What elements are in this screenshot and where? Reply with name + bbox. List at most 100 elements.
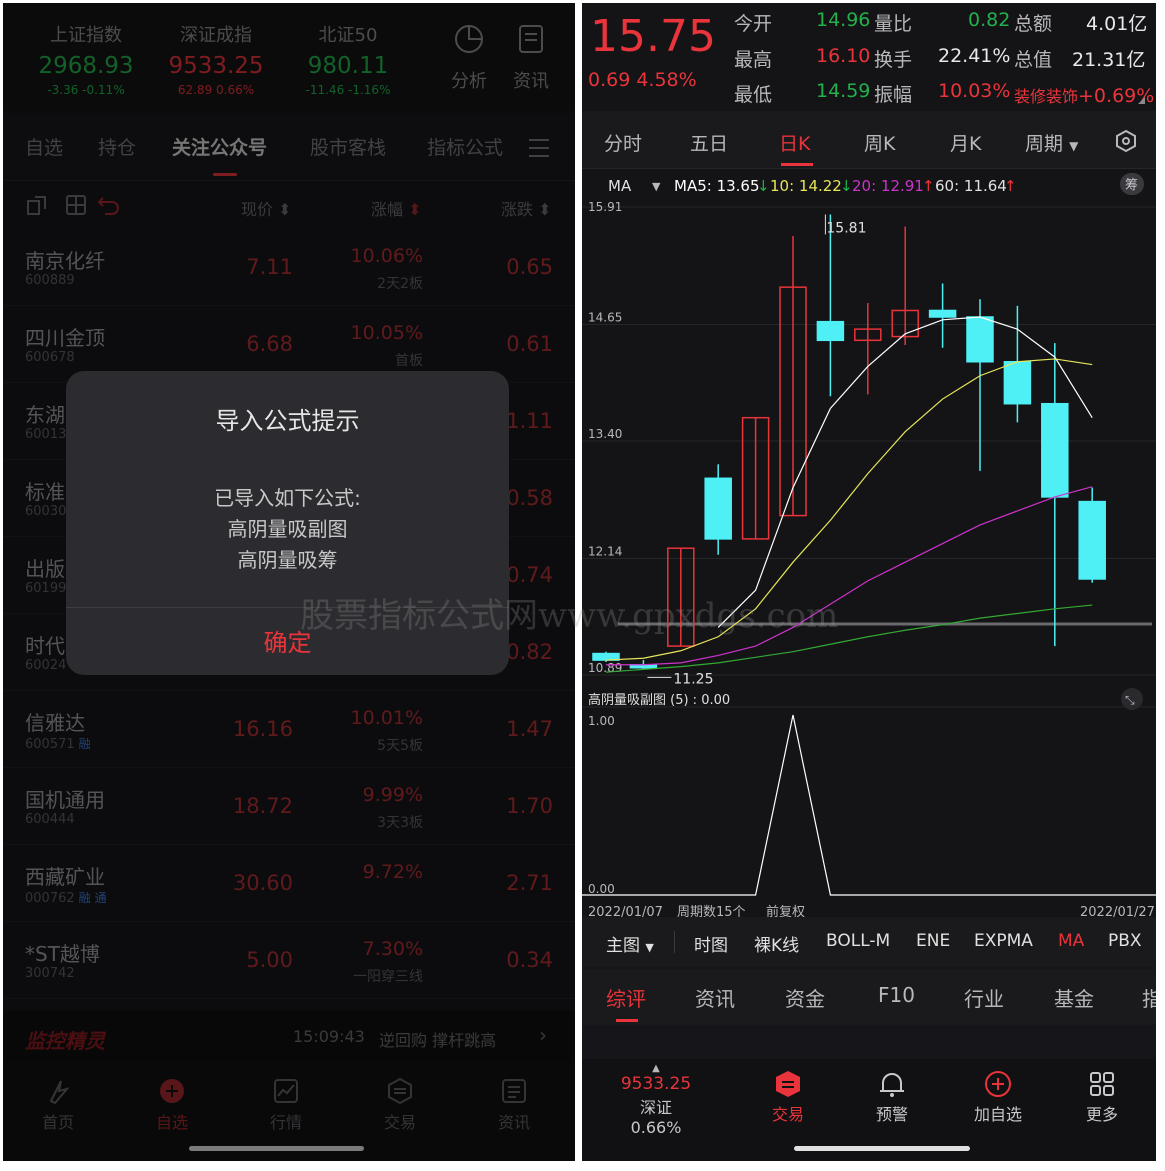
- high-label: 最高: [734, 49, 773, 71]
- tab-main-label: 主图: [606, 936, 640, 956]
- tab-ene[interactable]: ENE: [916, 931, 950, 951]
- adjust-mode[interactable]: 前复权: [766, 904, 805, 917]
- quote-header: 15.75 0.69 4.58% 今开 最高 最低 14.96 16.10 14…: [582, 3, 1156, 111]
- y-tick-label: 15.91: [588, 200, 622, 214]
- cap-value: 21.31亿: [1072, 49, 1146, 71]
- home-indicator: [794, 1146, 970, 1151]
- caret-down-icon: ▼: [652, 180, 661, 193]
- cap-label: 总值: [1014, 49, 1053, 71]
- vr-value: 0.82: [968, 9, 1011, 31]
- open-label: 今开: [734, 13, 773, 35]
- ma-label[interactable]: MA: [608, 177, 632, 195]
- kline-tabs: 分时 五日 日K 周K 月K 周期 ▼: [582, 111, 1156, 169]
- dialog-title: 导入公式提示: [215, 407, 360, 435]
- add-circle-icon: [985, 1071, 1011, 1097]
- chart-area[interactable]: MA ▼ MA5: 13.65 ↓ 10: 14.22 ↓ 20: 12.91 …: [582, 169, 1156, 917]
- chip-label: 筹: [1125, 177, 1138, 193]
- alert-button[interactable]: 预警: [852, 1069, 932, 1125]
- start-date: 2022/01/07: [588, 905, 663, 917]
- low-value: 14.59: [816, 80, 871, 102]
- signal-line: [582, 714, 1156, 896]
- tab-time[interactable]: 时图: [694, 931, 728, 956]
- tab-fund[interactable]: 基金: [1054, 983, 1094, 1012]
- end-date: 2022/01/27: [1080, 905, 1155, 917]
- tab-f10[interactable]: F10: [878, 983, 915, 1007]
- tab-funds[interactable]: 资金: [785, 983, 825, 1012]
- caret-up-icon: ▲: [652, 1063, 660, 1074]
- turnover-value: 22.41%: [938, 45, 1011, 67]
- ticker-value: 9533.25: [620, 1074, 692, 1094]
- ma20-value: 20: 12.91: [852, 177, 924, 195]
- low-annotation: 11.25: [673, 671, 713, 687]
- tab-period[interactable]: 周期 ▼: [1025, 129, 1078, 156]
- index-ticker[interactable]: ▲ 9533.25 深证 0.66%: [616, 1063, 696, 1137]
- dialog-body: 已导入如下公式: 高阴量吸副图 高阴量吸筹: [66, 483, 509, 576]
- sector-name: 装修装饰: [1014, 87, 1079, 106]
- tab-industry[interactable]: 行业: [964, 983, 1004, 1012]
- more-label: 更多: [1085, 1105, 1118, 1124]
- tab-monthly-k[interactable]: 月K: [950, 129, 981, 156]
- y-tick-label: 13.40: [588, 427, 622, 441]
- ma10-value: 10: 14.22: [770, 177, 842, 195]
- active-ktab-underline: [781, 163, 813, 166]
- grid-icon: [1090, 1072, 1114, 1096]
- active-ftab-underline: [616, 1019, 638, 1022]
- ma60-arrow-up-icon: ↑: [1004, 177, 1017, 195]
- low-label: 最低: [734, 84, 773, 106]
- current-price: 15.75: [590, 11, 716, 62]
- candle-down: [1078, 500, 1106, 580]
- more-button[interactable]: 更多: [1062, 1069, 1142, 1125]
- tab-overview[interactable]: 综评: [606, 983, 646, 1012]
- trade-button[interactable]: 交易: [748, 1069, 828, 1125]
- sector-tag[interactable]: 装修装饰+0.69%: [1014, 83, 1154, 107]
- sub-y-tick-label: 1.00: [588, 714, 615, 728]
- ma60-value: 60: 11.64: [935, 177, 1007, 195]
- add-label: 加自选: [973, 1105, 1022, 1124]
- tab-news[interactable]: 资讯: [695, 983, 735, 1012]
- tab-pbx[interactable]: PBX: [1108, 931, 1142, 951]
- tab-boll[interactable]: BOLL-M: [826, 931, 890, 951]
- watermark: 股票指标公式网www.gpxdgs.com: [300, 596, 839, 636]
- trade-label: 交易: [771, 1105, 804, 1124]
- high-value: 16.10: [816, 45, 871, 67]
- caret-down-icon: ▼: [1069, 139, 1079, 153]
- ma5-line: [717, 316, 1093, 628]
- candle-down: [704, 477, 732, 540]
- tab-naked-k[interactable]: 裸K线: [754, 931, 799, 956]
- alert-label: 预警: [875, 1105, 908, 1124]
- tab-intraday[interactable]: 分时: [604, 129, 642, 156]
- indicator-tabs: 主图 ▼ 时图 裸K线 BOLL-M ENE EXPMA MA PBX: [582, 917, 1156, 967]
- sub-y-tick-label: 0.00: [588, 882, 615, 896]
- tab-weekly-k[interactable]: 周K: [864, 129, 895, 156]
- tab-expma[interactable]: EXPMA: [974, 931, 1033, 951]
- tab-period-label: 周期: [1025, 133, 1064, 155]
- settings-hex-icon[interactable]: [1114, 129, 1138, 153]
- y-tick-label: 14.65: [588, 310, 622, 324]
- candle-down: [966, 316, 994, 363]
- tab-main-chart[interactable]: 主图 ▼: [606, 931, 654, 956]
- corner-arrow-icon: [1138, 97, 1145, 104]
- sub-chart-title: 高阴量吸副图 (5) : 0.00: [588, 692, 730, 708]
- info-tabs: 综评 资讯 资金 F10 行业 基金 指: [582, 969, 1156, 1025]
- tab-ma[interactable]: MA: [1058, 931, 1084, 951]
- candle-down: [816, 320, 845, 342]
- tab-index[interactable]: 指: [1142, 983, 1156, 1012]
- ma10-arrow-down-icon: ↓: [840, 177, 853, 195]
- price-change: 0.69 4.58%: [588, 69, 697, 91]
- stock-detail-screen: 15.75 0.69 4.58% 今开 最高 最低 14.96 16.10 14…: [582, 3, 1156, 1161]
- tab-daily-k[interactable]: 日K: [779, 129, 810, 156]
- tab-five-day[interactable]: 五日: [690, 129, 728, 156]
- high-annotation: 15.81: [826, 220, 866, 236]
- sub-chart-plot: 1.00 0.00: [582, 706, 1156, 896]
- dialog-line: 已导入如下公式:: [214, 486, 361, 510]
- y-tick-label: 10.89: [588, 661, 622, 675]
- kline-chart[interactable]: MA ▼ MA5: 13.65 ↓ 10: 14.22 ↓ 20: 12.91 …: [582, 169, 1156, 917]
- ticker-name-text: 深证 0.66%: [630, 1098, 682, 1137]
- ma5-arrow-down-icon: ↓: [757, 177, 770, 195]
- turnover-label: 换手: [874, 49, 913, 71]
- bell-icon: [880, 1073, 904, 1097]
- add-watchlist-button[interactable]: 加自选: [958, 1069, 1038, 1125]
- dialog-line: 高阴量吸筹: [237, 548, 338, 572]
- expand-icon: ⤡: [1125, 693, 1135, 707]
- candle-down: [928, 309, 957, 318]
